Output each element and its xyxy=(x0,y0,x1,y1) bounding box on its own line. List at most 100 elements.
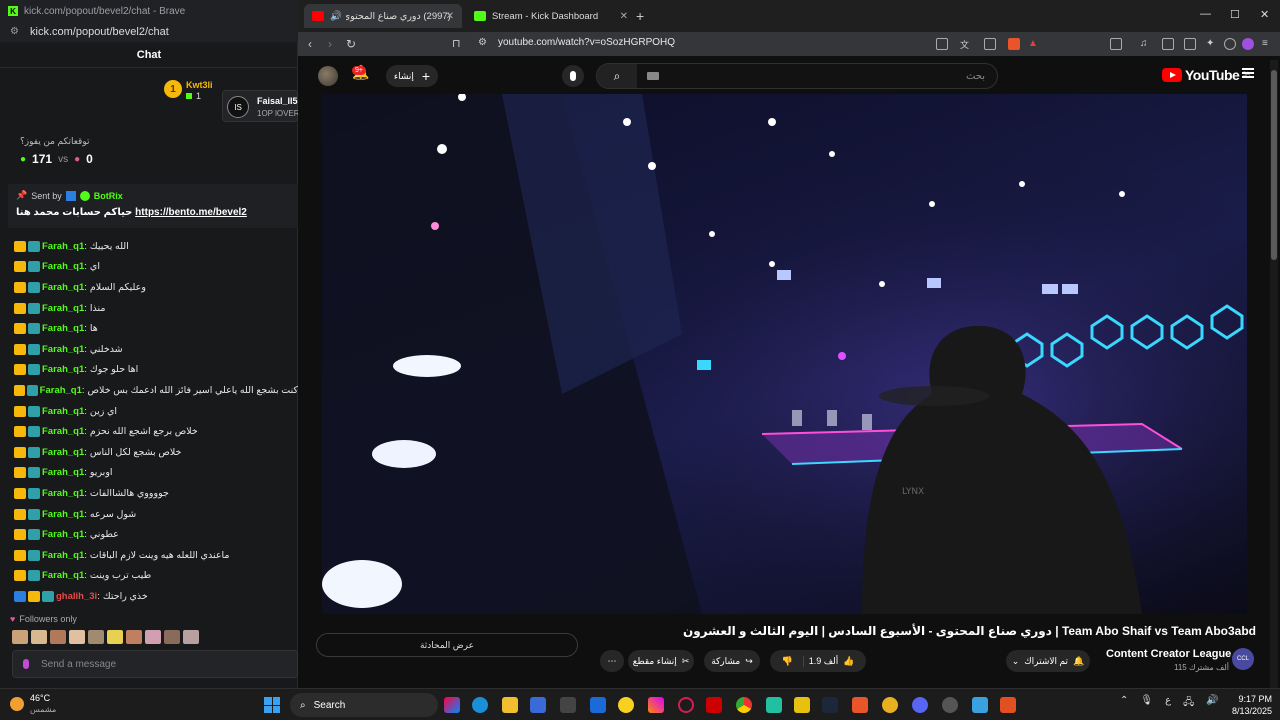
clip-button[interactable]: إنشاء مقطع ✂ xyxy=(628,650,694,672)
like-count[interactable]: 1.9 ألف xyxy=(809,656,839,667)
brave-rewards-icon[interactable]: ▲ xyxy=(1028,38,1040,50)
url-text[interactable]: youtube.com/watch?v=oSozHGRPOHQ xyxy=(498,37,675,48)
bookmark-icon[interactable]: ⊓ xyxy=(452,37,461,50)
chat-message[interactable]: Farah_q1: كنت بشجع الله ياعلي اسير فائز ا… xyxy=(14,380,298,401)
steam-icon[interactable] xyxy=(822,697,838,713)
chat-username[interactable]: Farah_q1 xyxy=(42,529,84,540)
chat-username[interactable]: ghalih_3i xyxy=(56,591,97,602)
whatsapp-icon[interactable] xyxy=(766,697,782,713)
weather-widget[interactable]: 46°C مشمس xyxy=(10,693,56,715)
volume-icon[interactable]: 🔊 xyxy=(1206,695,1218,712)
chat-username[interactable]: Farah_q1 xyxy=(42,426,84,437)
chat-username[interactable]: Farah_q1 xyxy=(42,261,84,272)
show-chat-replay-button[interactable]: عرض المحادثة xyxy=(316,633,578,657)
chat-username[interactable]: Farah_q1 xyxy=(42,467,84,478)
emote[interactable] xyxy=(50,630,66,644)
chat-username[interactable]: Farah_q1 xyxy=(42,303,84,314)
edge-icon[interactable] xyxy=(472,697,488,713)
menu-icon[interactable]: ≡ xyxy=(1262,38,1274,50)
chat-message[interactable]: Farah_q1: شدخلني xyxy=(14,339,298,360)
chat-message[interactable]: Farah_q1: خلاص بشجع لكل الناس xyxy=(14,442,298,463)
store-icon[interactable] xyxy=(530,697,546,713)
taskbar-clock[interactable]: 9:17 PM 8/13/2025 xyxy=(1222,693,1272,717)
video-player[interactable]: LYNX xyxy=(322,94,1247,614)
chat-message[interactable]: Farah_q1: خلاص برجع اشجع الله نحزم xyxy=(14,421,298,442)
chat-message[interactable]: Farah_q1: جووووي هالشاالفات xyxy=(14,483,298,504)
kick-url-bar[interactable]: ⚙ kick.com/popout/bevel2/chat xyxy=(0,22,298,42)
close-window-icon[interactable]: ✕ xyxy=(1260,8,1269,21)
outlook-icon[interactable] xyxy=(590,697,606,713)
instagram-icon[interactable] xyxy=(648,697,664,713)
more-actions-button[interactable]: ⋯ xyxy=(600,650,624,672)
account-avatar[interactable] xyxy=(318,66,338,86)
emote[interactable] xyxy=(12,630,28,644)
chat-message[interactable]: Farah_q1: شول سرعه xyxy=(14,504,298,525)
language-icon[interactable]: ع xyxy=(1165,695,1171,712)
minimize-icon[interactable]: — xyxy=(1200,8,1211,20)
guide-menu-icon[interactable] xyxy=(1242,68,1254,78)
emote-picker-icon[interactable] xyxy=(23,659,29,669)
chat-username[interactable]: Farah_q1 xyxy=(42,447,84,458)
bot-name[interactable]: BotRix xyxy=(94,191,123,201)
emote[interactable] xyxy=(183,630,199,644)
profile-icon[interactable] xyxy=(1242,38,1254,50)
chat-username[interactable]: Farah_q1 xyxy=(42,344,84,355)
media-icon[interactable]: ♫ xyxy=(1140,38,1152,50)
chat-username[interactable]: Farah_q1 xyxy=(42,406,84,417)
chat-message[interactable]: Farah_q1: طيب ترب وينت xyxy=(14,566,298,587)
chat-message[interactable]: Farah_q1: ماعندي اللعله هيه وينت لازم الب… xyxy=(14,545,298,566)
chat-message-input[interactable]: Send a message xyxy=(12,650,298,678)
emote[interactable] xyxy=(88,630,104,644)
channel-avatar[interactable]: CCL xyxy=(1232,648,1254,670)
like-icon[interactable]: 👍 xyxy=(843,656,854,667)
chat-username[interactable]: Farah_q1 xyxy=(42,550,84,561)
translate-icon[interactable]: 文 xyxy=(960,38,972,50)
tab-youtube[interactable]: 🔊 (2997) دوري صناع المحتوى - ال ✕ xyxy=(304,4,462,28)
chat-message[interactable]: Farah_q1: اوبريو xyxy=(14,463,298,484)
share-icon[interactable] xyxy=(984,38,996,50)
search-button[interactable]: ⌕ xyxy=(597,64,637,88)
chat-message[interactable]: Farah_q1: وعليكم السلام xyxy=(14,277,298,298)
snapchat-icon[interactable] xyxy=(618,697,634,713)
dislike-icon[interactable]: 👎 xyxy=(781,655,804,667)
chat-username[interactable]: Farah_q1 xyxy=(42,488,84,499)
keyboard-icon[interactable] xyxy=(647,72,659,80)
emote[interactable] xyxy=(126,630,142,644)
create-button[interactable]: إنشاء + xyxy=(386,65,438,87)
maximize-icon[interactable]: ☐ xyxy=(1230,8,1240,21)
app-icon[interactable] xyxy=(882,697,898,713)
chevron-up-icon[interactable]: ⌃ xyxy=(1120,695,1128,712)
chat-message[interactable]: Farah_q1: اها حلو جوك xyxy=(14,360,298,381)
netflix-icon[interactable] xyxy=(706,697,722,713)
app-icon[interactable] xyxy=(794,697,810,713)
wallet-icon[interactable] xyxy=(1184,38,1196,50)
file-explorer-icon[interactable] xyxy=(502,697,518,713)
voice-search-button[interactable] xyxy=(562,65,584,87)
new-tab-icon[interactable]: + xyxy=(636,8,644,24)
chat-message[interactable]: Farah_q1: عطوني xyxy=(14,524,298,545)
prediction-poll[interactable]: توقعاتكم من يفوز؟ ● 171 vs ● 0 xyxy=(10,130,296,174)
tab-kick-dashboard[interactable]: Stream - Kick Dashboard ✕ xyxy=(466,4,636,28)
copilot-icon[interactable] xyxy=(444,697,460,713)
search-input[interactable]: ⌕ بحث xyxy=(596,63,998,89)
emote[interactable] xyxy=(31,630,47,644)
leader-name[interactable]: Kwt3li xyxy=(186,80,213,90)
app-icon[interactable] xyxy=(1000,697,1016,713)
reload-icon[interactable]: ↻ xyxy=(346,37,356,51)
chat-username[interactable]: Farah_q1 xyxy=(42,570,84,581)
chat-username[interactable]: Farah_q1 xyxy=(42,241,84,252)
emote[interactable] xyxy=(145,630,161,644)
app-icon[interactable] xyxy=(972,697,988,713)
chat-message[interactable]: Farah_q1: الله يحييك xyxy=(14,236,298,257)
emote[interactable] xyxy=(164,630,180,644)
brave-icon[interactable] xyxy=(852,697,868,713)
pinned-link[interactable]: https://bento.me/bevel2 xyxy=(135,207,247,218)
chat-message[interactable]: Farah_q1: منذا xyxy=(14,298,298,319)
taskbar-search[interactable]: ⌕ Search xyxy=(290,693,438,717)
microphone-icon[interactable]: 🎙 xyxy=(1140,695,1153,712)
chat-username[interactable]: Farah_q1 xyxy=(42,509,84,520)
extensions-icon[interactable] xyxy=(1110,38,1122,50)
pinned-message[interactable]: 📌 Sent by BotRix حياكم حسابات محمد هنا h… xyxy=(8,184,298,228)
close-tab-icon[interactable]: ✕ xyxy=(446,11,454,22)
chat-username[interactable]: Farah_q1 xyxy=(42,282,84,293)
